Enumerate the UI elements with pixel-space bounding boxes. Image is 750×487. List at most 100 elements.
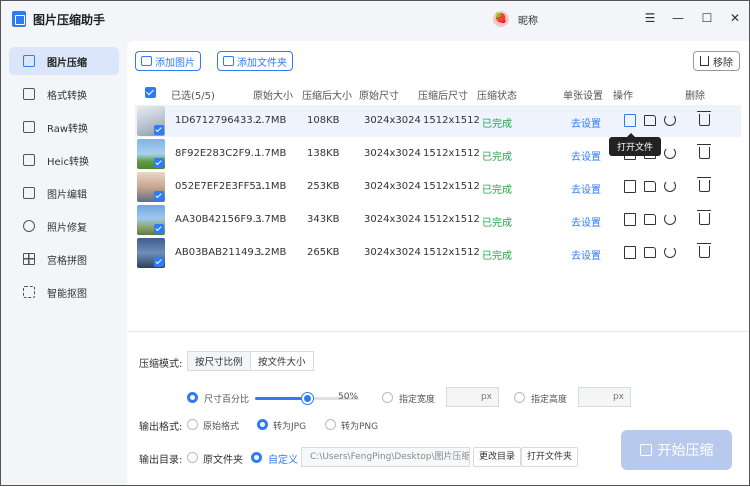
app-logo-icon — [12, 11, 26, 27]
start-compress-button[interactable]: 开始压缩 — [621, 430, 732, 470]
sidebar-item-convert[interactable]: 格式转换 — [9, 80, 119, 108]
app-window: 图片压缩助手 🍓 昵称 ☰ — ☐ ✕ 图片压缩 格式转换 Raw转换 Heic… — [0, 0, 750, 486]
delete-icon[interactable] — [697, 243, 711, 258]
row-checkbox[interactable] — [154, 158, 164, 168]
mode-label: 压缩模式: — [139, 359, 183, 370]
setting-link[interactable]: 去设置 — [571, 115, 601, 130]
output-path-input[interactable]: C:\Users\FengPing\Desktop\图片压缩 — [301, 447, 470, 467]
delete-icon[interactable] — [697, 210, 711, 225]
width-input[interactable]: px — [446, 387, 499, 407]
dir-custom-radio[interactable] — [251, 452, 262, 463]
add-folder-button[interactable]: 添加文件夹 — [217, 51, 293, 71]
comp-dim: 1512x1512 — [423, 148, 480, 159]
orig-dim: 3024x3024 — [364, 214, 421, 225]
height-input[interactable]: px — [578, 387, 631, 407]
open-file-icon[interactable] — [624, 246, 636, 259]
open-file-icon[interactable] — [624, 213, 636, 226]
remove-label: 移除 — [713, 57, 733, 69]
nickname[interactable]: 昵称 — [518, 12, 538, 27]
open-folder-icon[interactable] — [644, 247, 656, 258]
heic-icon — [23, 154, 35, 166]
table-row[interactable]: AA30B42156F9... 3.7MB 343KB 3024x3024 1512x1… — [135, 204, 741, 236]
setting-link[interactable]: 去设置 — [571, 181, 601, 196]
comp-size: 253KB — [307, 181, 340, 192]
select-all-checkbox[interactable] — [145, 87, 156, 98]
sidebar-item-grid[interactable]: 宫格拼图 — [9, 245, 119, 273]
delete-icon[interactable] — [697, 144, 711, 159]
sidebar-item-edit[interactable]: 图片编辑 — [9, 179, 119, 207]
header-orig-size: 原始大小 — [253, 91, 293, 102]
sidebar-item-label: 格式转换 — [47, 90, 87, 102]
refresh-icon[interactable] — [664, 180, 676, 192]
thumbnail — [137, 238, 165, 268]
open-file-icon[interactable] — [624, 114, 636, 127]
format-jpg-radio[interactable] — [257, 419, 268, 430]
dir-source-label: 原文件夹 — [203, 455, 243, 466]
row-checkbox[interactable] — [154, 125, 164, 135]
refresh-icon[interactable] — [664, 114, 676, 126]
row-checkbox[interactable] — [154, 224, 164, 234]
format-png-radio[interactable] — [325, 419, 336, 430]
header-setting: 单张设置 — [563, 91, 603, 102]
height-radio[interactable] — [514, 392, 525, 403]
width-radio[interactable] — [382, 392, 393, 403]
comp-dim: 1512x1512 — [423, 247, 480, 258]
table-row[interactable]: 1D6712796433... 2.7MB 108KB 3024x3024 1512x1… — [135, 105, 741, 137]
sidebar-item-heic[interactable]: Heic转换 — [9, 146, 119, 174]
open-file-icon[interactable] — [624, 180, 636, 193]
remove-button[interactable]: 移除 — [693, 51, 740, 71]
convert-icon — [23, 88, 35, 100]
cutout-icon — [23, 286, 35, 298]
delete-icon[interactable] — [697, 111, 711, 126]
close-button[interactable]: ✕ — [726, 9, 744, 27]
comp-size: 138KB — [307, 148, 340, 159]
sidebar-item-label: 智能抠图 — [47, 288, 87, 300]
table-row[interactable]: 052E7EF2E3FF5... 3.1MB 253KB 3024x3024 1512x… — [135, 171, 741, 203]
orig-size: 3.1MB — [255, 181, 287, 192]
setting-link[interactable]: 去设置 — [571, 214, 601, 229]
setting-link[interactable]: 去设置 — [571, 247, 601, 262]
avatar[interactable]: 🍓 — [493, 11, 509, 27]
slider-handle[interactable] — [302, 393, 313, 404]
add-image-icon — [141, 56, 152, 66]
change-dir-button[interactable]: 更改目录 — [473, 447, 522, 467]
minimize-button[interactable]: — — [669, 9, 687, 27]
mode-by-ratio-tab[interactable]: 按尺寸比例 — [187, 351, 251, 371]
setting-link[interactable]: 去设置 — [571, 148, 601, 163]
row-checkbox[interactable] — [154, 191, 164, 201]
open-folder-icon[interactable] — [644, 115, 656, 126]
file-name: 8F92E283C2F9... — [175, 148, 261, 159]
comp-size: 343KB — [307, 214, 340, 225]
tooltip: 打开文件 — [609, 133, 662, 156]
refresh-icon[interactable] — [664, 213, 676, 225]
open-folder-icon[interactable] — [644, 181, 656, 192]
mode-by-size-tab[interactable]: 按文件大小 — [250, 351, 314, 371]
status-badge: 已完成 — [482, 251, 512, 262]
sidebar-item-repair[interactable]: 照片修复 — [9, 212, 119, 240]
sidebar-item-compress[interactable]: 图片压缩 — [9, 47, 119, 75]
open-folder-icon[interactable] — [644, 214, 656, 225]
file-name: AA30B42156F9... — [175, 214, 263, 225]
size-percent-radio[interactable] — [187, 392, 198, 403]
sidebar-item-label: Raw转换 — [47, 123, 89, 135]
delete-icon[interactable] — [697, 177, 711, 192]
sidebar-item-label: Heic转换 — [47, 156, 89, 168]
maximize-button[interactable]: ☐ — [698, 9, 716, 27]
slider-fill — [255, 397, 307, 400]
sidebar-item-raw[interactable]: Raw转换 — [9, 113, 119, 141]
open-folder-button[interactable]: 打开文件夹 — [521, 447, 579, 467]
format-original-radio[interactable] — [187, 419, 198, 430]
add-folder-label: 添加文件夹 — [237, 57, 287, 69]
row-checkbox[interactable] — [154, 257, 164, 267]
settings-panel: 压缩模式: 按尺寸比例 按文件大小 尺寸百分比 50% 指定宽度 px 指定高度… — [127, 331, 749, 485]
start-label: 开始压缩 — [657, 443, 714, 459]
refresh-icon[interactable] — [664, 147, 676, 159]
orig-size: 3.7MB — [255, 214, 287, 225]
dir-source-radio[interactable] — [187, 452, 198, 463]
refresh-icon[interactable] — [664, 246, 676, 258]
add-folder-icon — [223, 56, 234, 66]
table-row[interactable]: AB03BAB21149... 3.2MB 265KB 3024x3024 1512x1… — [135, 237, 741, 269]
add-image-button[interactable]: 添加图片 — [135, 51, 201, 71]
menu-icon[interactable]: ☰ — [641, 9, 659, 27]
sidebar-item-cutout[interactable]: 智能抠图 — [9, 278, 119, 306]
